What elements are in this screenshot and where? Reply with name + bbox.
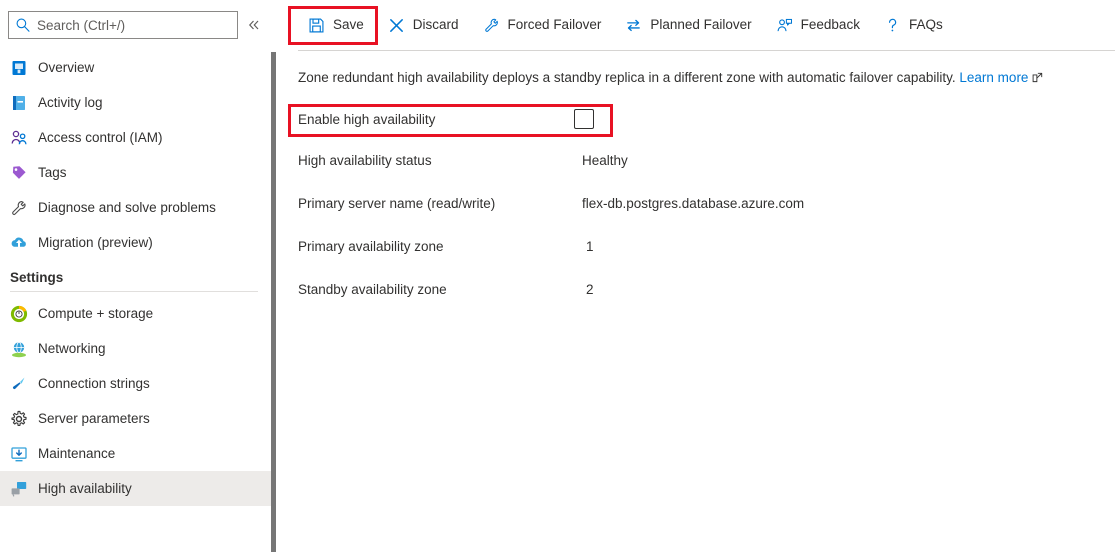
sidebar-item-label: High availability (38, 480, 132, 496)
sidebar-settings-list: Compute + storage Networking Connection … (0, 296, 276, 506)
field-value: 1 (586, 239, 594, 255)
feedback-button-label: Feedback (800, 17, 860, 33)
field-label: High availability status (298, 153, 432, 169)
overview-icon (12, 60, 26, 75)
enable-high-availability-label: Enable high availability (298, 111, 436, 127)
save-icon (309, 18, 324, 32)
sidebar-item-overview[interactable]: Overview (0, 50, 272, 85)
connection-strings-icon (12, 377, 25, 389)
learn-more-link[interactable]: Learn more (959, 70, 1028, 85)
sidebar-item-label: Networking (38, 340, 106, 356)
intro-description: Zone redundant high availability deploys… (298, 70, 956, 85)
faqs-button-label: FAQs (908, 17, 943, 33)
learn-more-label: Learn more (959, 70, 1029, 85)
external-link-icon (1033, 72, 1043, 83)
sidebar-item-tags[interactable]: Tags (0, 155, 272, 190)
sidebar-item-connection-strings[interactable]: Connection strings (0, 366, 272, 401)
question-mark-icon (888, 18, 897, 31)
sidebar-search-row (0, 0, 276, 50)
collapse-sidebar-button[interactable] (242, 11, 266, 39)
search-box[interactable] (8, 11, 238, 39)
enable-high-availability-row: Enable high availability (298, 101, 624, 137)
activity-log-icon (13, 95, 25, 110)
pane-content: Zone redundant high availability deploys… (276, 50, 1115, 325)
gear-icon (11, 410, 27, 426)
field-row: Standby availability zone 2 (298, 282, 1115, 325)
field-label: Primary server name (read/write) (298, 196, 496, 212)
sidebar-item-maintenance[interactable]: Maintenance (0, 436, 272, 471)
sidebar-item-label: Overview (38, 59, 95, 75)
enable-high-availability-checkbox[interactable] (574, 109, 594, 130)
field-row: Primary server name (read/write) flex-db… (298, 196, 1115, 239)
field-row: Primary availability zone 1 (298, 239, 1115, 282)
sidebar-item-label: Connection strings (38, 375, 150, 391)
sidebar-item-label: Access control (IAM) (38, 129, 163, 145)
sidebar-section-divider (10, 291, 258, 292)
feedback-person-icon (777, 18, 792, 31)
field-row: High availability status Healthy (298, 153, 1115, 196)
sidebar-item-access-control[interactable]: Access control (IAM) (0, 120, 272, 155)
sidebar-item-diagnose-and-solve-problems[interactable]: Diagnose and solve problems (0, 190, 272, 225)
high-availability-icon (11, 481, 27, 497)
planned-failover-button-label: Planned Failover (650, 17, 752, 33)
feedback-button[interactable]: Feedback (766, 7, 870, 43)
field-label: Standby availability zone (298, 282, 447, 298)
tags-icon (12, 165, 26, 179)
sidebar-item-label: Tags (38, 164, 67, 180)
sidebar-item-label: Maintenance (38, 445, 116, 461)
sidebar-item-networking[interactable]: Networking (0, 331, 272, 366)
sidebar-item-migration[interactable]: Migration (preview) (0, 225, 272, 260)
swap-arrows-icon (627, 19, 641, 31)
high-availability-pane: Save Discard Forced Failover Planned Fai… (276, 0, 1115, 554)
search-icon (16, 18, 30, 32)
close-icon (389, 18, 403, 32)
save-button-label: Save (333, 17, 364, 33)
discard-button[interactable]: Discard (378, 7, 469, 43)
discard-button-label: Discard (412, 17, 459, 33)
high-availability-details: High availability status Healthy Primary… (298, 153, 1115, 325)
sidebar-item-label: Activity log (38, 94, 103, 110)
maintenance-icon (11, 446, 27, 461)
planned-failover-button[interactable]: Planned Failover (615, 7, 761, 43)
chevron-double-left-icon (248, 20, 259, 30)
sidebar-item-label: Server parameters (38, 410, 150, 426)
sidebar-item-label: Migration (preview) (38, 234, 153, 250)
intro-text: Zone redundant high availability deploys… (298, 70, 1115, 86)
azure-portal-blade: Overview Activity log Access control (IA… (0, 0, 1115, 554)
forced-failover-button-label: Forced Failover (507, 17, 602, 33)
command-bar-divider (298, 50, 1115, 51)
field-value: 2 (586, 282, 594, 298)
command-bar: Save Discard Forced Failover Planned Fai… (276, 0, 1115, 50)
sidebar-item-server-parameters[interactable]: Server parameters (0, 401, 272, 436)
networking-icon (12, 341, 26, 357)
access-control-icon (11, 130, 27, 144)
sidebar-item-label: Compute + storage (38, 305, 154, 321)
sidebar-section-settings: Settings (10, 270, 64, 285)
forced-failover-button[interactable]: Forced Failover (473, 7, 612, 43)
sidebar-item-label: Diagnose and solve problems (38, 199, 216, 215)
compute-storage-icon (10, 305, 28, 322)
wrench-icon (12, 200, 26, 215)
wrench-icon (484, 18, 498, 32)
field-label: Primary availability zone (298, 239, 444, 255)
migration-icon (11, 237, 26, 247)
sidebar-item-compute-storage[interactable]: Compute + storage (0, 296, 272, 331)
field-value: Healthy (582, 153, 628, 169)
faqs-button[interactable]: FAQs (874, 7, 953, 43)
resource-menu-sidebar: Overview Activity log Access control (IA… (0, 0, 276, 554)
save-button[interactable]: Save (298, 7, 374, 43)
sidebar-primary-list: Overview Activity log Access control (IA… (0, 50, 276, 260)
field-value: flex-db.postgres.database.azure.com (582, 196, 805, 212)
sidebar-item-high-availability[interactable]: High availability (0, 471, 272, 506)
search-input[interactable] (37, 17, 231, 33)
sidebar-item-activity-log[interactable]: Activity log (0, 85, 272, 120)
